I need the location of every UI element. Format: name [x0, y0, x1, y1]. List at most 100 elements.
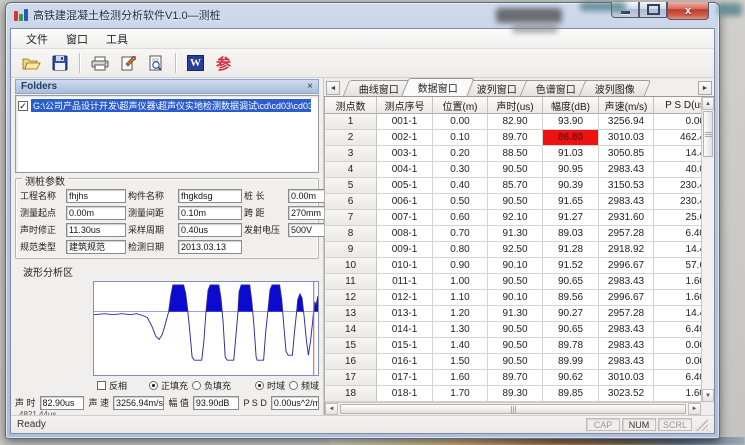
- table-cell[interactable]: 92.10: [488, 210, 543, 226]
- table-row[interactable]: 11011-11.0090.5090.652983.431.60: [325, 274, 701, 290]
- column-header[interactable]: 声速(m/s): [599, 97, 654, 114]
- table-cell[interactable]: 2957.28: [599, 226, 654, 242]
- table-cell[interactable]: 012-1: [377, 290, 433, 306]
- tree-item[interactable]: ✓ G:\公司产品设计开发\超声仪器\超声仪实地检测数据调试\cd\cd03\c…: [18, 99, 316, 112]
- radio-icon[interactable]: [192, 381, 201, 390]
- table-cell[interactable]: 011-1: [377, 274, 433, 290]
- table-cell[interactable]: 018-1: [377, 386, 433, 402]
- print-preview-button[interactable]: [143, 51, 168, 75]
- column-header[interactable]: 位置(m): [433, 97, 488, 114]
- reading-field[interactable]: 82.90us: [40, 396, 85, 410]
- table-cell[interactable]: 89.03: [543, 226, 599, 242]
- table-cell[interactable]: 2983.43: [599, 162, 654, 178]
- table-cell[interactable]: 005-1: [377, 178, 433, 194]
- scroll-right-icon[interactable]: ►: [688, 403, 701, 415]
- maximize-button[interactable]: [639, 2, 667, 18]
- table-cell[interactable]: 90.50: [488, 322, 543, 338]
- table-cell[interactable]: 2: [325, 130, 377, 146]
- param-field[interactable]: 2013.03.13: [178, 240, 242, 254]
- table-cell[interactable]: 2983.43: [599, 322, 654, 338]
- table-cell[interactable]: 0.40: [433, 178, 488, 194]
- table-cell[interactable]: 90.65: [543, 274, 599, 290]
- table-cell[interactable]: 008-1: [377, 226, 433, 242]
- table-cell[interactable]: 91.27: [543, 210, 599, 226]
- table-row[interactable]: 10010-10.9090.1091.522996.6757.6: [325, 258, 701, 274]
- table-row[interactable]: 4004-10.3090.5090.952983.4340.0: [325, 162, 701, 178]
- table-cell[interactable]: 3: [325, 146, 377, 162]
- table-cell[interactable]: 89.99: [543, 354, 599, 370]
- table-cell[interactable]: 1.40: [433, 338, 488, 354]
- time-domain-radio[interactable]: 时域: [255, 379, 285, 392]
- table-cell[interactable]: 3150.53: [599, 178, 654, 194]
- table-cell[interactable]: 3010.03: [599, 370, 654, 386]
- table-row[interactable]: 17017-11.6089.7090.623010.036.40: [325, 370, 701, 386]
- table-cell[interactable]: 90.39: [543, 178, 599, 194]
- checkbox-checked-icon[interactable]: ✓: [18, 101, 28, 111]
- param-field[interactable]: 0.00m: [66, 206, 126, 220]
- table-cell[interactable]: 001-1: [377, 114, 433, 130]
- table-cell[interactable]: 013-1: [377, 306, 433, 322]
- table-cell[interactable]: 2996.67: [599, 258, 654, 274]
- table-row[interactable]: 14014-11.3090.5090.652983.436.40: [325, 322, 701, 338]
- vscroll-thumb[interactable]: [703, 111, 713, 157]
- table-cell[interactable]: 14.4: [654, 242, 701, 258]
- table-row[interactable]: 9009-10.8092.5091.282918.9214.4: [325, 242, 701, 258]
- param-field[interactable]: fhgkdsg: [178, 189, 242, 203]
- table-cell[interactable]: 12: [325, 290, 377, 306]
- fill-negative-radio[interactable]: 负填充: [192, 379, 231, 392]
- param-field[interactable]: 0.40us: [178, 223, 242, 237]
- table-row[interactable]: 12012-11.1090.1089.562996.671.60: [325, 290, 701, 306]
- table-cell[interactable]: 009-1: [377, 242, 433, 258]
- table-cell[interactable]: 6.40: [654, 370, 701, 386]
- hscroll-thumb[interactable]: [340, 404, 686, 414]
- table-cell[interactable]: 90.62: [543, 370, 599, 386]
- reading-field[interactable]: 0.00us^2/m: [271, 396, 319, 410]
- tab-scroll-right-icon[interactable]: ►: [698, 81, 712, 95]
- table-cell[interactable]: 1.10: [433, 290, 488, 306]
- table-cell[interactable]: 90.95: [543, 162, 599, 178]
- table-cell[interactable]: 0.30: [433, 162, 488, 178]
- tab-数据窗口[interactable]: 数据窗口: [401, 78, 474, 96]
- open-button[interactable]: [19, 51, 44, 75]
- table-cell[interactable]: 003-1: [377, 146, 433, 162]
- table-cell[interactable]: 16: [325, 354, 377, 370]
- table-cell[interactable]: 0.20: [433, 146, 488, 162]
- radio-icon[interactable]: [289, 381, 298, 390]
- close-button[interactable]: x: [667, 2, 709, 20]
- table-cell[interactable]: 002-1: [377, 130, 433, 146]
- table-cell[interactable]: 8: [325, 226, 377, 242]
- table-row[interactable]: 6006-10.5090.5091.652983.43230.4: [325, 194, 701, 210]
- table-cell[interactable]: 2918.92: [599, 242, 654, 258]
- table-cell[interactable]: 90.50: [488, 338, 543, 354]
- resize-grip[interactable]: [696, 419, 708, 431]
- table-cell[interactable]: 462.4: [654, 130, 701, 146]
- table-cell[interactable]: 89.70: [488, 130, 543, 146]
- horizontal-scrollbar[interactable]: ◄ ►: [325, 402, 701, 415]
- column-header[interactable]: P S D(us: [654, 97, 701, 114]
- table-cell[interactable]: 10: [325, 258, 377, 274]
- table-row[interactable]: 18018-11.7089.3089.853023.521.60: [325, 386, 701, 402]
- table-row[interactable]: 1001-10.0082.9093.903256.940.00: [325, 114, 701, 130]
- menu-item-2[interactable]: 窗口: [57, 29, 97, 49]
- table-cell[interactable]: 017-1: [377, 370, 433, 386]
- table-cell[interactable]: 1.70: [433, 386, 488, 402]
- table-cell[interactable]: 004-1: [377, 162, 433, 178]
- table-cell[interactable]: 1.60: [654, 290, 701, 306]
- table-cell[interactable]: 3023.52: [599, 386, 654, 402]
- table-cell[interactable]: 006-1: [377, 194, 433, 210]
- table-cell[interactable]: 1.60: [433, 370, 488, 386]
- table-cell[interactable]: 89.56: [543, 290, 599, 306]
- scroll-up-icon[interactable]: ▲: [702, 97, 714, 110]
- table-cell[interactable]: 1.50: [433, 354, 488, 370]
- table-cell[interactable]: 3256.94: [599, 114, 654, 130]
- table-cell[interactable]: 015-1: [377, 338, 433, 354]
- column-header[interactable]: 幅度(dB): [543, 97, 599, 114]
- freq-domain-radio[interactable]: 频域: [289, 379, 319, 392]
- table-cell[interactable]: 90.27: [543, 306, 599, 322]
- save-button[interactable]: [47, 51, 72, 75]
- table-cell[interactable]: 89.30: [488, 386, 543, 402]
- print-setup-button[interactable]: [115, 51, 140, 75]
- table-cell[interactable]: 0.80: [433, 242, 488, 258]
- table-cell[interactable]: 11: [325, 274, 377, 290]
- scroll-down-icon[interactable]: ▼: [702, 389, 714, 402]
